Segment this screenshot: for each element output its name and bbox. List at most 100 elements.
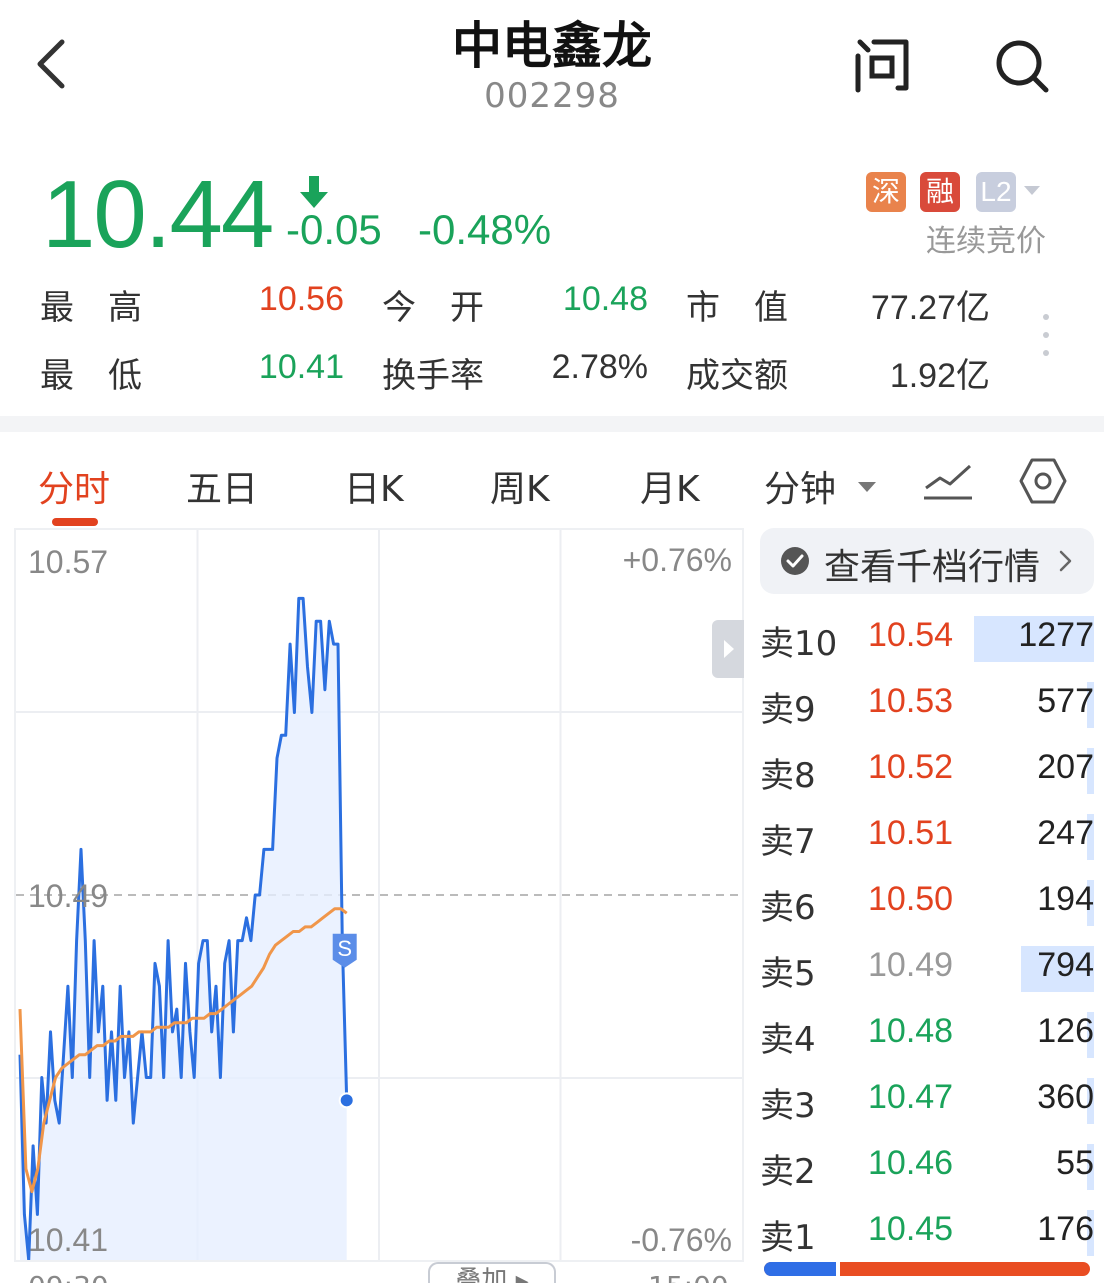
order-book-row[interactable]: 卖1 10.45 176: [760, 1202, 1094, 1264]
order-price: 10.45: [868, 1210, 954, 1248]
order-book-row[interactable]: 卖5 10.49 794: [760, 938, 1094, 1000]
high-label: 最 高: [40, 288, 142, 328]
order-volume: 176: [1037, 1210, 1094, 1248]
trading-session-status: 连续竞价: [926, 224, 1046, 259]
overlay-tab[interactable]: 叠加 ▸: [428, 1262, 556, 1283]
order-volume: 360: [1037, 1078, 1094, 1116]
order-book-row[interactable]: 卖9 10.53 577: [760, 674, 1094, 736]
order-price: 10.46: [868, 1144, 954, 1182]
order-price: 10.47: [868, 1078, 954, 1116]
order-level-label: 卖10: [760, 624, 838, 664]
order-book: 查看千档行情 卖10 10.54 1277 卖9 10.53 577 卖8 10.52 207 卖…: [760, 528, 1094, 1283]
order-book-row[interactable]: 卖10 10.54 1277: [760, 608, 1094, 670]
ask-question-icon[interactable]: [850, 32, 914, 96]
top-navigation-bar: 中电鑫龙 002298: [0, 0, 1104, 130]
order-book-row[interactable]: 卖4 10.48 126: [760, 1004, 1094, 1066]
market-cap-label: 市 值: [686, 288, 788, 328]
order-volume: 126: [1037, 1012, 1094, 1050]
search-icon[interactable]: [992, 36, 1052, 96]
tab-five-day[interactable]: 五日: [186, 460, 258, 512]
caret-down-icon[interactable]: [858, 482, 876, 492]
level2-dropdown-icon[interactable]: [1024, 186, 1040, 195]
trade-amount-value: 1.92亿: [889, 357, 990, 395]
y-axis-prev-close-label: 10.49: [28, 878, 109, 914]
intraday-chart-svg: S: [16, 530, 742, 1260]
view-depth-label: 查看千档行情: [824, 547, 1041, 588]
open-value: 10.48: [562, 280, 648, 318]
open-label: 今 开: [382, 288, 484, 328]
order-volume: 55: [1056, 1144, 1094, 1182]
quote-summary: 10.44 -0.05 -0.48% 深 融 L2 连续竞价 最 高 10.56…: [0, 140, 1104, 410]
tab-monthly-k[interactable]: 月K: [640, 460, 700, 512]
indicator-line-icon[interactable]: [922, 458, 974, 502]
order-volume: 194: [1037, 880, 1094, 918]
level2-badge[interactable]: L2: [976, 172, 1016, 212]
y-axis-min-label: 10.41: [28, 1222, 109, 1258]
order-book-row[interactable]: 卖6 10.50 194: [760, 872, 1094, 934]
x-axis-start-label: 09:30: [28, 1270, 109, 1283]
y-axis-max-label: 10.57: [28, 544, 109, 580]
buy-sell-ratio-bar: [764, 1262, 1090, 1276]
trade-amount-label: 成交额: [686, 356, 788, 396]
order-level-label: 卖9: [760, 690, 816, 730]
tab-intraday[interactable]: 分时: [38, 460, 110, 512]
stock-name: 中电鑫龙: [452, 17, 652, 75]
high-value: 10.56: [258, 280, 344, 318]
chevron-right-icon: [1059, 550, 1072, 572]
check-circle-icon: [781, 547, 809, 575]
order-level-label: 卖1: [760, 1218, 816, 1258]
more-vertical-icon[interactable]: [1040, 312, 1052, 358]
price-area-fill: [20, 598, 347, 1260]
market-cap-value: 77.27亿: [870, 289, 990, 327]
last-price-point: [338, 1092, 355, 1109]
pct-axis-max-label: +0.76%: [622, 542, 732, 578]
intraday-chart[interactable]: S 10.57 10.49 10.41 +0.76% -0.76%: [14, 528, 744, 1262]
order-volume: 1277: [1018, 616, 1094, 654]
tab-weekly-k[interactable]: 周K: [490, 460, 550, 512]
low-label: 最 低: [40, 356, 142, 396]
section-divider: [0, 416, 1104, 432]
sell-marker-label: S: [337, 936, 352, 961]
expand-panel-handle[interactable]: [712, 620, 744, 678]
tab-minute[interactable]: 分钟: [764, 460, 836, 512]
current-price: 10.44: [42, 161, 274, 268]
stock-code: 002298: [484, 76, 620, 116]
order-book-row[interactable]: 卖2 10.46 55: [760, 1136, 1094, 1198]
order-price: 10.50: [868, 880, 954, 918]
order-level-label: 卖6: [760, 888, 816, 928]
order-price: 10.54: [868, 616, 954, 654]
view-depth-button[interactable]: 查看千档行情: [760, 528, 1094, 594]
price-change: -0.05: [286, 206, 382, 253]
margin-trading-badge: 融: [920, 172, 960, 212]
order-price: 10.51: [868, 814, 954, 852]
turnover-rate-value: 2.78%: [551, 348, 648, 386]
order-level-label: 卖5: [760, 954, 816, 994]
order-volume: 794: [1037, 946, 1094, 984]
settings-hexagon-icon[interactable]: [1018, 456, 1068, 506]
order-level-label: 卖8: [760, 756, 816, 796]
order-volume: 577: [1037, 682, 1094, 720]
turnover-rate-label: 换手率: [382, 356, 484, 396]
order-volume: 247: [1037, 814, 1094, 852]
order-book-row[interactable]: 卖3 10.47 360: [760, 1070, 1094, 1132]
order-level-label: 卖2: [760, 1152, 816, 1192]
order-book-row[interactable]: 卖7 10.51 247: [760, 806, 1094, 868]
tab-daily-k[interactable]: 日K: [344, 460, 404, 512]
order-price: 10.53: [868, 682, 954, 720]
order-price: 10.52: [868, 748, 954, 786]
order-level-label: 卖7: [760, 822, 816, 862]
price-change-percent: -0.48%: [418, 206, 552, 253]
active-tab-indicator: [52, 518, 98, 526]
order-price: 10.48: [868, 1012, 954, 1050]
x-axis-end-label: 15:00: [648, 1270, 729, 1283]
order-book-row[interactable]: 卖8 10.52 207: [760, 740, 1094, 802]
low-value: 10.41: [258, 348, 344, 386]
chart-period-tabs: 分时 五日 日K 周K 月K 分钟: [0, 440, 1104, 530]
order-price: 10.49: [868, 946, 954, 984]
order-level-label: 卖4: [760, 1020, 816, 1060]
buy-ratio-fill: [764, 1262, 836, 1276]
order-volume: 207: [1037, 748, 1094, 786]
shenzhen-market-badge: 深: [866, 172, 906, 212]
pct-axis-min-label: -0.76%: [630, 1222, 732, 1258]
order-level-label: 卖3: [760, 1086, 816, 1126]
